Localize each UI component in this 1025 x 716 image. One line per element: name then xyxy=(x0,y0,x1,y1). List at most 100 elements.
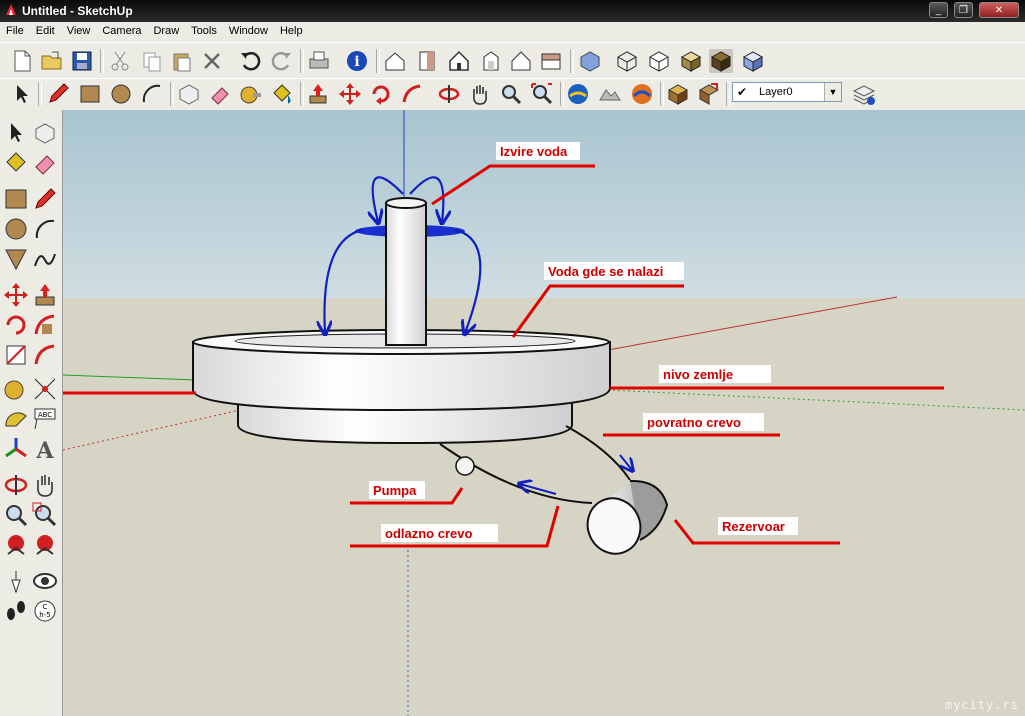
follow-me-icon[interactable] xyxy=(400,82,424,106)
menu-edit[interactable]: Edit xyxy=(30,22,61,37)
print-icon[interactable] xyxy=(307,49,331,73)
rotate-icon[interactable] xyxy=(3,312,29,338)
menu-tools[interactable]: Tools xyxy=(185,22,223,37)
new-icon[interactable] xyxy=(10,49,34,73)
line-icon[interactable] xyxy=(32,186,58,212)
dimension-icon[interactable] xyxy=(32,376,58,402)
hidden-line-icon[interactable] xyxy=(647,49,671,73)
move-icon[interactable] xyxy=(338,82,362,106)
circle-icon[interactable] xyxy=(3,216,29,242)
pan-icon[interactable] xyxy=(32,472,58,498)
zoom-icon[interactable] xyxy=(499,82,523,106)
follow-me-icon[interactable] xyxy=(32,312,58,338)
paste-icon[interactable] xyxy=(170,49,194,73)
right-view-icon[interactable] xyxy=(479,49,503,73)
erase-icon[interactable] xyxy=(200,49,224,73)
tape-measure-icon[interactable] xyxy=(3,376,29,402)
axes-icon[interactable] xyxy=(3,436,29,462)
circle-icon[interactable] xyxy=(109,82,133,106)
arc-icon[interactable] xyxy=(32,216,58,242)
pan-icon[interactable] xyxy=(468,82,492,106)
menu-camera[interactable]: Camera xyxy=(96,22,147,37)
large-tool-set: ABC A Ch-5 xyxy=(0,110,63,716)
cut-icon[interactable] xyxy=(108,49,132,73)
freehand-icon[interactable] xyxy=(32,246,58,272)
menu-file[interactable]: File xyxy=(0,22,30,37)
drawing-viewport[interactable]: Izvire voda Voda gde se nalazi nivo zeml… xyxy=(63,110,1025,716)
paint-bucket-icon[interactable] xyxy=(270,82,294,106)
zoom-window-icon[interactable] xyxy=(32,502,58,528)
position-camera-icon[interactable] xyxy=(3,568,29,594)
front-view-icon[interactable] xyxy=(447,49,471,73)
eraser-icon[interactable] xyxy=(208,82,232,106)
rectangle-icon[interactable] xyxy=(78,82,102,106)
3d-text-icon[interactable]: A xyxy=(32,436,58,462)
next-view-icon[interactable] xyxy=(32,532,58,558)
offset-icon[interactable] xyxy=(32,342,58,368)
top-view-icon[interactable] xyxy=(415,49,439,73)
minimize-button[interactable]: _ xyxy=(929,2,948,18)
chevron-down-icon[interactable]: ▼ xyxy=(824,83,841,101)
arc-icon[interactable] xyxy=(140,82,164,106)
protractor-icon[interactable] xyxy=(3,406,29,432)
restore-button[interactable]: ❐ xyxy=(954,2,973,18)
push-pull-icon[interactable] xyxy=(306,82,330,106)
zoom-icon[interactable] xyxy=(3,502,29,528)
label-pumpa: Pumpa xyxy=(373,483,417,498)
menu-view[interactable]: View xyxy=(61,22,97,37)
section-plane-icon[interactable]: Ch-5 xyxy=(32,598,58,624)
paint-bucket-icon[interactable] xyxy=(3,150,29,176)
shaded-textures-icon[interactable] xyxy=(709,49,733,73)
rectangle-icon[interactable] xyxy=(3,186,29,212)
rotate-icon[interactable] xyxy=(369,82,393,106)
open-icon[interactable] xyxy=(40,49,64,73)
make-component-icon[interactable] xyxy=(32,120,58,146)
save-icon[interactable] xyxy=(70,49,94,73)
make-component-icon[interactable] xyxy=(177,82,201,106)
select-icon[interactable] xyxy=(10,82,34,106)
label-voda-gde-se-nalazi: Voda gde se nalazi xyxy=(548,264,663,279)
look-around-icon[interactable] xyxy=(32,568,58,594)
menu-help[interactable]: Help xyxy=(274,22,309,37)
shaded-icon[interactable] xyxy=(679,49,703,73)
toolbar-separator xyxy=(726,82,730,106)
place-model-icon[interactable] xyxy=(630,82,654,106)
eraser-icon[interactable] xyxy=(32,150,58,176)
scale-icon[interactable] xyxy=(3,342,29,368)
toolbar-separator xyxy=(300,82,304,106)
pump xyxy=(455,456,475,476)
menu-draw[interactable]: Draw xyxy=(147,22,185,37)
toolbar-separator xyxy=(170,82,174,106)
undo-icon[interactable] xyxy=(238,49,262,73)
share-model-icon[interactable] xyxy=(697,82,721,106)
back-view-icon[interactable] xyxy=(509,49,533,73)
select-icon[interactable] xyxy=(3,120,29,146)
zoom-extents-icon[interactable] xyxy=(530,82,554,106)
tape-measure-icon[interactable] xyxy=(239,82,263,106)
toggle-terrain-icon[interactable] xyxy=(598,82,622,106)
polygon-icon[interactable] xyxy=(3,246,29,272)
orbit-icon[interactable] xyxy=(437,82,461,106)
iso-view-icon[interactable] xyxy=(383,49,407,73)
orbit-icon[interactable] xyxy=(3,472,29,498)
model-info-icon[interactable]: i xyxy=(345,49,369,73)
move-icon[interactable] xyxy=(3,282,29,308)
layer-manager-icon[interactable] xyxy=(852,82,876,106)
layer-select[interactable]: ✔ Layer0 ▼ xyxy=(732,82,842,102)
toolbar-separator xyxy=(376,49,380,73)
close-button[interactable]: ✕ xyxy=(979,2,1019,18)
push-pull-icon[interactable] xyxy=(32,282,58,308)
get-models-icon[interactable] xyxy=(666,82,690,106)
monochrome-icon[interactable] xyxy=(741,49,765,73)
menu-window[interactable]: Window xyxy=(223,22,274,37)
text-icon[interactable]: ABC xyxy=(32,406,58,432)
xray-icon[interactable] xyxy=(578,49,602,73)
left-view-icon[interactable] xyxy=(539,49,563,73)
wireframe-icon[interactable] xyxy=(615,49,639,73)
walk-icon[interactable] xyxy=(3,598,29,624)
copy-icon[interactable] xyxy=(140,49,164,73)
google-earth-icon[interactable] xyxy=(566,82,590,106)
redo-icon[interactable] xyxy=(270,49,294,73)
pencil-icon[interactable] xyxy=(46,82,70,106)
previous-view-icon[interactable] xyxy=(3,532,29,558)
